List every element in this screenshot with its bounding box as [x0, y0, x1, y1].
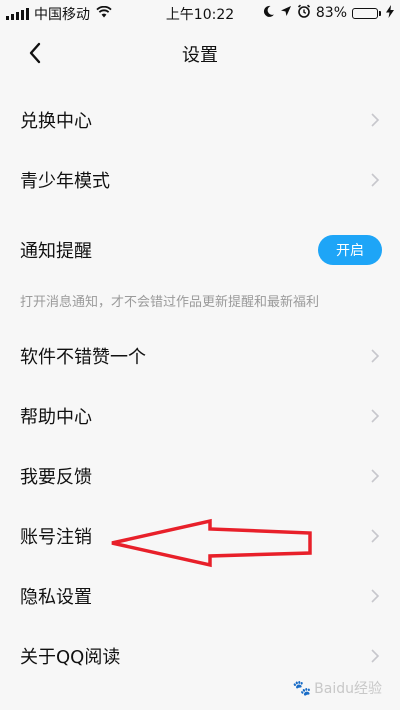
alarm-icon [297, 4, 311, 22]
menu-item-about[interactable]: 关于QQ阅读 [0, 626, 400, 686]
menu-item-label: 关于QQ阅读 [20, 647, 121, 668]
paw-icon: 🐾 [292, 679, 312, 697]
notification-description: 打开消息通知，才不会错过作品更新提醒和最新福利 [20, 295, 320, 310]
chevron-right-icon [371, 409, 380, 423]
menu-item-label: 帮助中心 [20, 407, 92, 428]
menu-item-label: 隐私设置 [20, 587, 92, 608]
menu-item-privacy-settings[interactable]: 隐私设置 [0, 566, 400, 626]
menu-item-label: 兑换中心 [20, 111, 92, 132]
chevron-right-icon [371, 469, 380, 483]
charging-bolt-icon [386, 4, 394, 22]
page-title: 设置 [182, 45, 218, 66]
menu-item-label: 软件不错赞一个 [20, 347, 146, 368]
battery-percent: 83% [315, 5, 347, 21]
baidu-watermark: 🐾 Baidu经验 [292, 678, 382, 698]
status-bar: 中国移动 上午10:22 83% [0, 0, 400, 26]
menu-item-help-center[interactable]: 帮助中心 [0, 386, 400, 446]
menu-item-label: 账号注销 [20, 527, 92, 548]
menu-item-feedback[interactable]: 我要反馈 [0, 446, 400, 506]
chevron-right-icon [371, 349, 380, 363]
menu-item-rate-app[interactable]: 软件不错赞一个 [0, 326, 400, 386]
status-right: 83% [262, 4, 394, 22]
chevron-right-icon [371, 173, 380, 187]
menu-item-account-deletion[interactable]: 账号注销 [0, 506, 400, 566]
notification-enable-button[interactable]: 开启 [318, 235, 382, 265]
menu-item-label: 我要反馈 [20, 467, 92, 488]
menu-item-label: 青少年模式 [20, 171, 110, 192]
menu-item-redeem-center[interactable]: 兑换中心 [0, 90, 400, 150]
chevron-right-icon [371, 529, 380, 543]
menu-item-notification: 通知提醒 开启 [0, 220, 400, 280]
menu-item-label: 通知提醒 [20, 241, 92, 262]
watermark-text: Baidu经验 [314, 681, 382, 697]
location-icon [280, 5, 292, 21]
chevron-right-icon [371, 589, 380, 603]
menu-item-youth-mode[interactable]: 青少年模式 [0, 150, 400, 210]
nav-bar: 设置 [0, 26, 400, 80]
battery-icon [352, 7, 381, 19]
settings-menu: 兑换中心 青少年模式 通知提醒 开启 打开消息通知，才不会错过作品更新提醒和最新… [0, 90, 400, 686]
chevron-right-icon [371, 649, 380, 663]
chevron-right-icon [371, 113, 380, 127]
moon-icon [262, 5, 275, 22]
